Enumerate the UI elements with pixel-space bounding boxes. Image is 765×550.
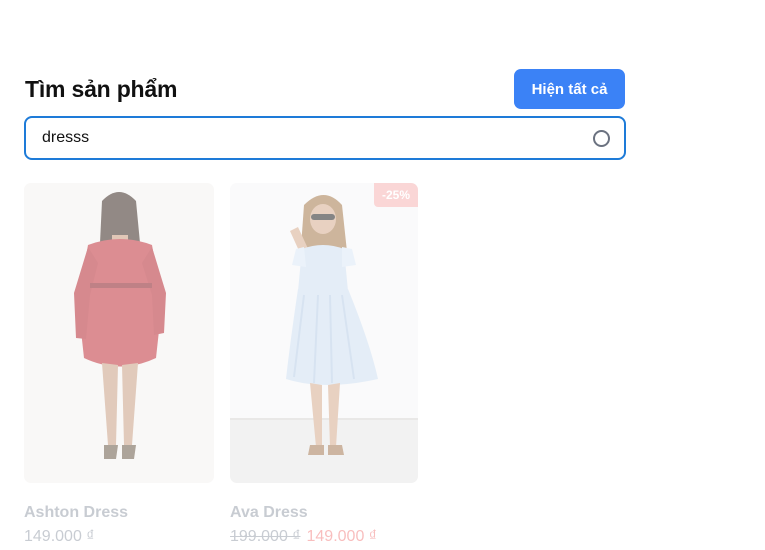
page: Tìm sản phẩm Hiện tất cả dresss Ashton D… [0,0,765,550]
product-sale-price: 149.000 ₫ [306,528,378,545]
spinner-icon [593,129,610,147]
price-row: 149.000 ₫ [24,528,214,546]
product-card[interactable]: Ashton Dress 149.000 ₫ [24,183,214,546]
product-name[interactable]: Ava Dress [230,504,420,522]
search-header: Tìm sản phẩm Hiện tất cả [25,69,625,109]
product-name[interactable]: Ashton Dress [24,504,214,522]
product-price: 149.000 ₫ [24,528,95,545]
discount-badge: -25% [373,183,418,207]
product-old-price: 199.000 ₫ [230,528,301,545]
search-box[interactable] [24,116,626,160]
product-image[interactable] [24,183,214,483]
price-row: 199.000 ₫ 149.000 ₫ [230,528,420,546]
page-title: Tìm sản phẩm [25,75,178,102]
product-card[interactable]: -25% Ava Dress 199.000 ₫ 149.000 ₫ [230,183,420,546]
product-photo-ashton [24,183,214,483]
show-all-button[interactable]: Hiện tất cả [514,69,625,109]
search-input[interactable] [42,129,593,147]
product-image[interactable]: -25% [230,183,418,483]
product-photo-ava [230,183,418,483]
